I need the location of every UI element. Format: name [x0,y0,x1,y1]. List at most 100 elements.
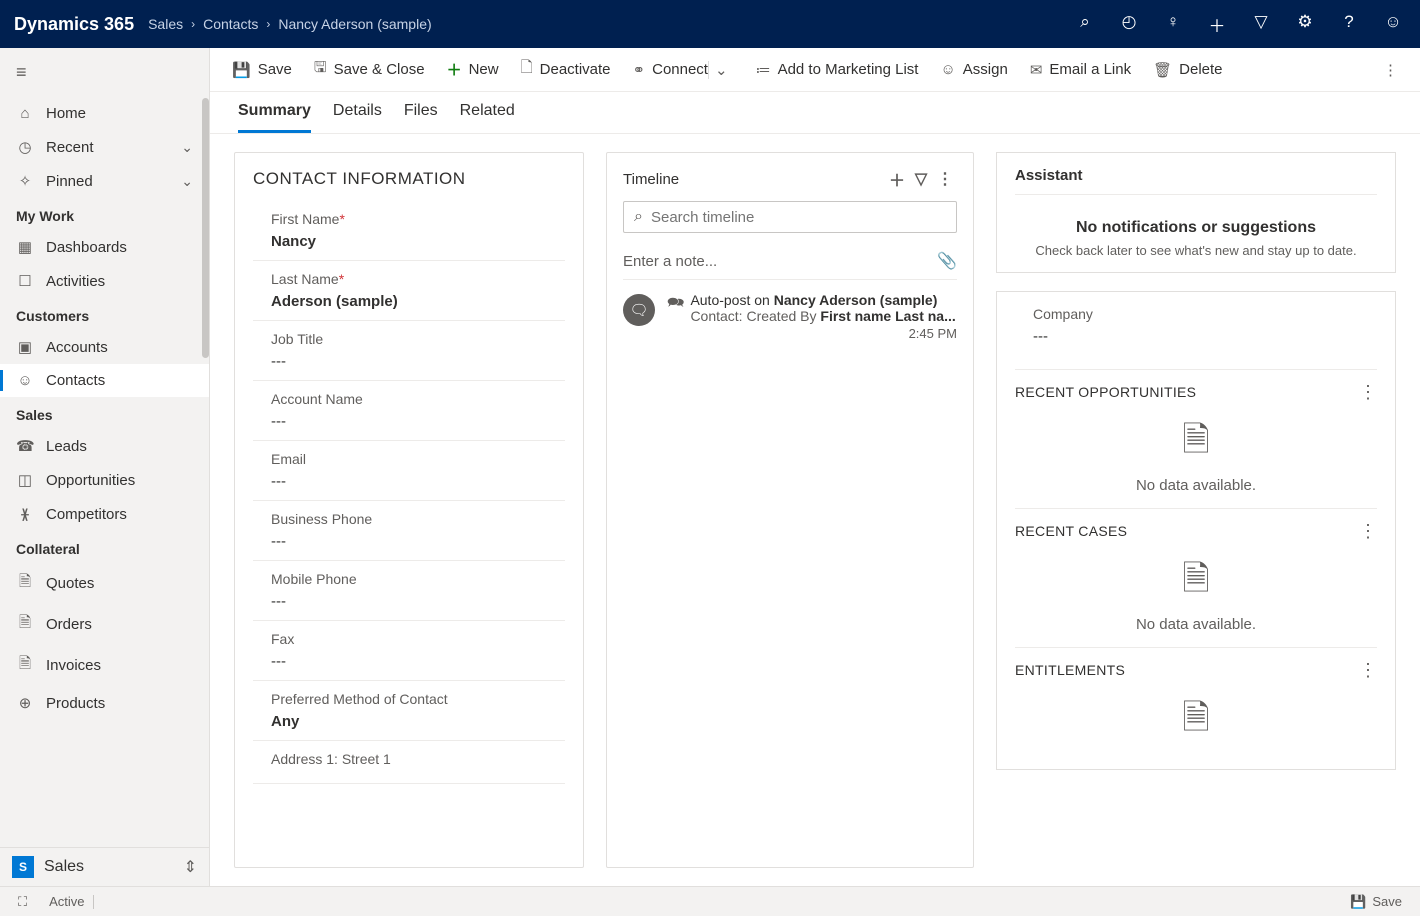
user-icon[interactable]: ☺ [1380,12,1406,37]
nav-icon: ⊕ [16,694,34,712]
field-value[interactable]: --- [271,593,565,610]
popout-icon[interactable]: ⛶ [18,894,27,910]
plus-icon: ＋ [447,59,462,80]
tab-files[interactable]: Files [404,102,438,133]
timeline-activity[interactable]: 🗨 🗪 Auto-post on Nancy Aderson (sample) … [623,280,957,353]
nav-icon: ▣ [16,338,34,356]
connect-chevron[interactable]: ⌄ [708,61,734,79]
attachment-icon[interactable]: 📎 [937,251,957,271]
bulb-icon[interactable]: ♀ [1160,12,1186,37]
field-address-1-street-1[interactable]: Address 1: Street 1 [253,741,565,784]
company-value[interactable]: --- [1015,322,1377,355]
nav-label: Home [46,105,86,122]
nav-section: Customers [0,298,209,330]
field-label: Mobile Phone [271,571,565,587]
nav-item-invoices[interactable]: 🗎Invoices [0,645,209,686]
gear-icon[interactable]: ⚙ [1292,12,1318,37]
status-active: Active [49,894,84,909]
field-email[interactable]: Email--- [253,441,565,501]
app-switcher[interactable]: S Sales ⇕ [0,847,209,886]
global-actions: ⌕ ◴ ♀ ＋ ▽ ⚙ ? ☺ [1072,12,1406,37]
tab-related[interactable]: Related [460,102,515,133]
field-label: Last Name* [271,271,565,287]
field-business-phone[interactable]: Business Phone--- [253,501,565,561]
save-button[interactable]: 💾Save [232,61,292,79]
app-label: Sales [44,858,174,876]
autopost-icon: 🗨 [623,294,655,326]
field-value[interactable]: Aderson (sample) [271,293,565,310]
status-save[interactable]: Save [1372,894,1402,909]
task-icon[interactable]: ◴ [1116,12,1142,37]
nav-item-competitors[interactable]: ᚕCompetitors [0,497,209,531]
field-label: Address 1: Street 1 [271,751,565,767]
breadcrumb-entity[interactable]: Contacts [203,16,258,32]
add-marketing-button[interactable]: ≔Add to Marketing List [756,61,919,79]
field-preferred-method-of-contact[interactable]: Preferred Method of ContactAny [253,681,565,741]
timeline-search-input[interactable] [651,209,946,226]
save-close-button[interactable]: 🖫Save & Close [314,57,425,82]
breadcrumb-area[interactable]: Sales [148,16,183,32]
nav-label: Quotes [46,575,94,592]
deactivate-button[interactable]: 🗋Deactivate [521,57,611,82]
timeline-search[interactable]: ⌕ [623,201,957,233]
assistant-panel: Assistant No notifications or suggestion… [996,152,1396,273]
more-icon[interactable]: ⋮ [1359,521,1377,542]
filter-icon[interactable]: ▽ [1248,12,1274,37]
nav-item-pinned[interactable]: ✧Pinned⌄ [0,164,209,198]
field-value[interactable]: --- [271,533,565,550]
breadcrumb-record[interactable]: Nancy Aderson (sample) [278,16,431,32]
nav-item-recent[interactable]: ◷Recent⌄ [0,130,209,164]
nav-item-quotes[interactable]: 🗎Quotes [0,563,209,604]
save-icon[interactable]: 💾 [1350,894,1366,910]
nav-item-contacts[interactable]: ☺Contacts [0,364,209,397]
assign-button[interactable]: ☺Assign [940,61,1007,78]
timeline-more-icon[interactable]: ⋮ [933,169,957,189]
field-value[interactable]: Any [271,713,565,730]
nav-item-dashboards[interactable]: ▦Dashboards [0,230,209,264]
hamburger-icon[interactable]: ≡ [0,48,209,97]
timeline-filter-icon[interactable]: ▽ [909,169,933,189]
nav-label: Products [46,695,105,712]
activity-title: Auto-post on Nancy Aderson (sample) [690,292,957,308]
field-value[interactable]: Nancy [271,233,565,250]
more-commands-button[interactable]: ⋮ [1383,61,1398,79]
field-value[interactable]: --- [271,473,565,490]
brand-logo[interactable]: Dynamics 365 [14,14,134,35]
nav-item-products[interactable]: ⊕ Products [0,686,209,720]
assistant-headline: No notifications or suggestions [1015,219,1377,237]
search-icon: ⌕ [634,208,643,226]
field-last-name[interactable]: Last Name* Aderson (sample) [253,261,565,321]
note-input-row[interactable]: Enter a note... 📎 [623,243,957,280]
tab-details[interactable]: Details [333,102,382,133]
search-icon[interactable]: ⌕ [1072,12,1098,37]
plus-icon[interactable]: ＋ [1204,12,1230,37]
command-bar: 💾Save 🖫Save & Close ＋New 🗋Deactivate ⚭Co… [210,48,1420,92]
field-value[interactable]: --- [271,413,565,430]
nav-item-activities[interactable]: ☐Activities [0,264,209,298]
field-first-name[interactable]: First Name*Nancy [253,201,565,261]
field-mobile-phone[interactable]: Mobile Phone --- [253,561,565,621]
no-data-text: No data available. [1015,616,1377,633]
email-link-button[interactable]: ✉Email a Link [1030,61,1131,79]
tab-summary[interactable]: Summary [238,102,311,133]
field-job-title[interactable]: Job Title--- [253,321,565,381]
chevron-right-icon: › [191,17,195,31]
assistant-sub: Check back later to see what's new and s… [1015,243,1377,258]
new-button[interactable]: ＋New [447,59,499,80]
nav-item-leads[interactable]: ☎Leads [0,429,209,463]
nav-item-accounts[interactable]: ▣Accounts [0,330,209,364]
chevron-up-down-icon: ⇕ [184,857,197,877]
delete-button[interactable]: 🗑Delete [1153,61,1222,79]
connect-button[interactable]: ⚭Connect [633,61,708,79]
more-icon[interactable]: ⋮ [1359,660,1377,681]
field-account-name[interactable]: Account Name--- [253,381,565,441]
timeline-add-icon[interactable]: ＋ [885,167,909,191]
field-value[interactable]: --- [271,353,565,370]
field-value[interactable]: --- [271,653,565,670]
field-fax[interactable]: Fax--- [253,621,565,681]
more-icon[interactable]: ⋮ [1359,382,1377,403]
nav-item-home[interactable]: ⌂Home [0,97,209,130]
nav-item-orders[interactable]: 🗎Orders [0,604,209,645]
help-icon[interactable]: ? [1336,12,1362,37]
nav-item-opportunities[interactable]: ◫Opportunities [0,463,209,497]
